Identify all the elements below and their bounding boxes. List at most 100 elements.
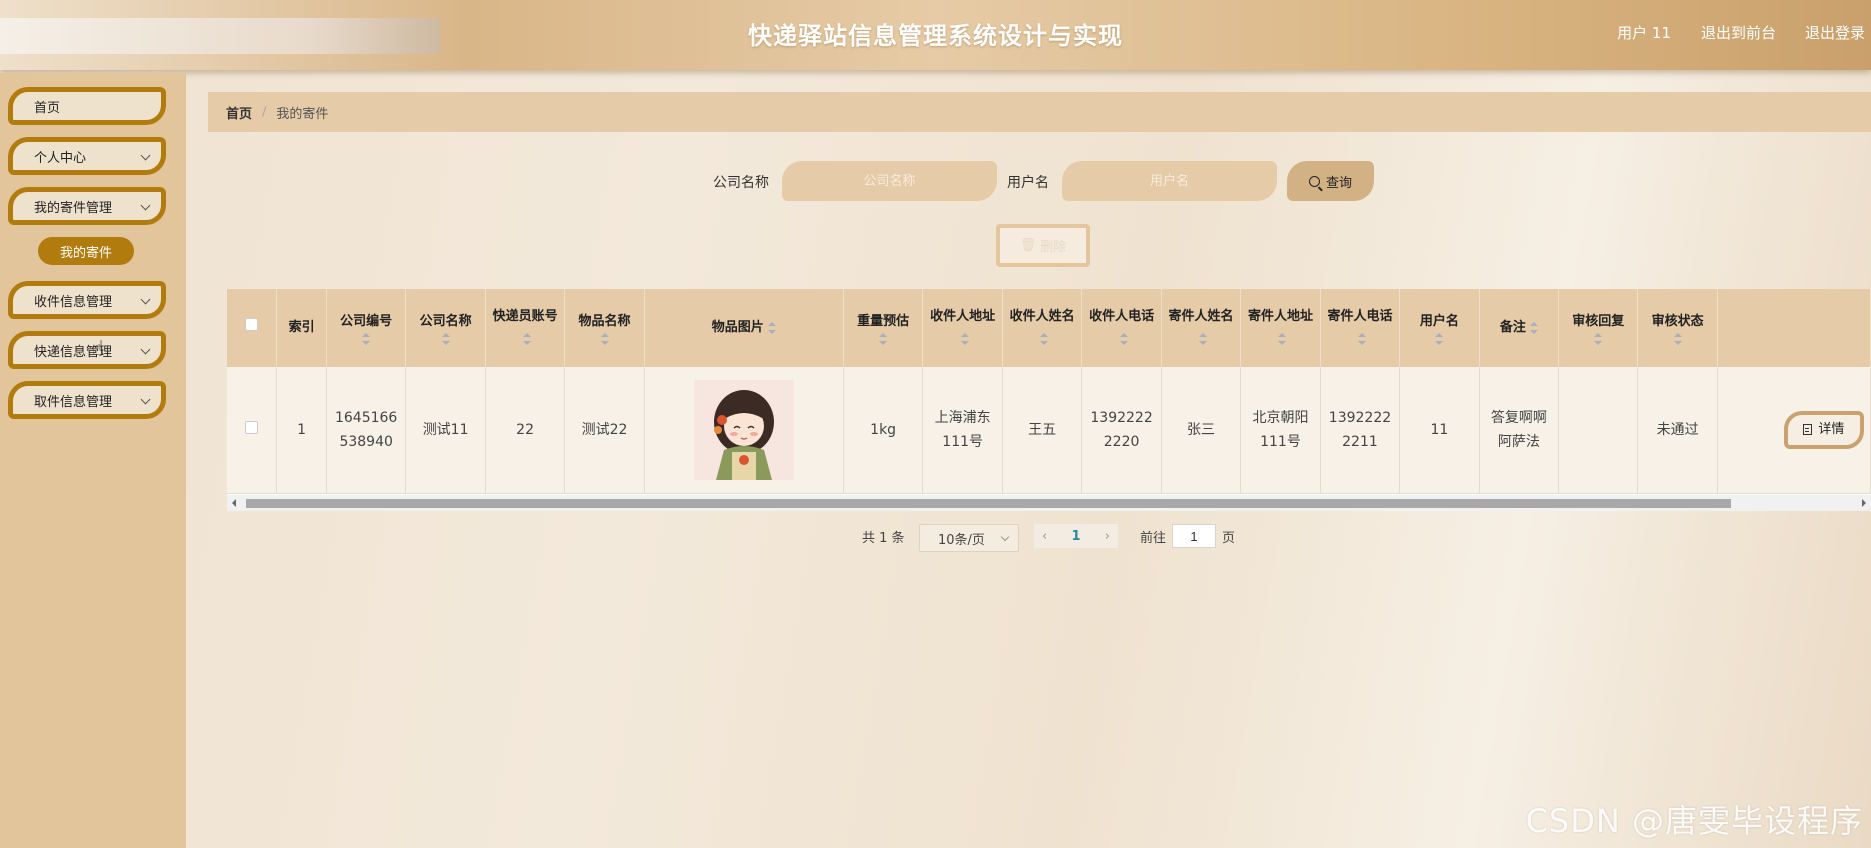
sort-icon[interactable]	[1357, 332, 1366, 345]
sidebar-item-label: 收件信息管理	[34, 294, 113, 310]
sort-icon[interactable]	[1278, 332, 1287, 345]
sidebar-item-label: 我的寄件管理	[34, 200, 113, 216]
company-name-input[interactable]	[782, 161, 997, 201]
chevron-down-icon	[1000, 532, 1010, 542]
page-size-value: 10条/页	[938, 532, 985, 548]
sort-icon[interactable]	[1529, 321, 1538, 334]
cell-actions: 详情	[1717, 367, 1871, 494]
username-input[interactable]	[1062, 161, 1277, 201]
cell-recipient-address: 上海浦东111号	[922, 367, 1003, 494]
sidebar-subitem-my-sending[interactable]: 我的寄件	[38, 237, 134, 265]
page-unit-label: 页	[1222, 531, 1236, 546]
sort-icon[interactable]	[1040, 332, 1049, 345]
next-page-icon[interactable]: ›	[1105, 529, 1110, 544]
cell-recipient-name: 王五	[1002, 367, 1083, 494]
cell-index: 1	[276, 367, 327, 494]
table-horizontal-scrollbar[interactable]	[227, 495, 1871, 511]
scroll-right-icon[interactable]	[1862, 499, 1866, 507]
column-header[interactable]: 审核状态	[1637, 289, 1718, 367]
column-header[interactable]: 寄件人姓名	[1161, 289, 1242, 367]
logout-link[interactable]: 退出登录	[1805, 22, 1865, 43]
column-header[interactable]: 物品图片	[644, 289, 844, 367]
sort-icon[interactable]	[1673, 333, 1682, 345]
table-header-row: 索引 公司编号 公司名称 快递员账号 物品名称 物品图片 重量预估 收件人地址 …	[227, 289, 1871, 367]
select-all-checkbox[interactable]	[245, 318, 259, 331]
sidebar-item-pickup-info[interactable]: 取件信息管理	[8, 381, 166, 419]
sidebar-item-label: 取件信息管理	[34, 394, 113, 410]
cell-review-reply	[1558, 367, 1639, 494]
column-header[interactable]: 备注	[1479, 289, 1560, 367]
sort-icon[interactable]	[523, 332, 532, 345]
sidebar-item-receiving-info[interactable]: 收件信息管理	[8, 281, 166, 319]
exit-to-front-link[interactable]: 退出到前台	[1701, 22, 1776, 43]
breadcrumb-current: 我的寄件	[276, 106, 329, 122]
page-size-select[interactable]: 10条/页	[919, 524, 1019, 552]
breadcrumb-home[interactable]: 首页	[226, 103, 252, 122]
row-checkbox[interactable]	[245, 420, 259, 434]
column-header[interactable]: 寄件人地址	[1240, 289, 1321, 367]
sidebar-item-label: 首页	[34, 100, 61, 116]
column-header[interactable]: 重量预估	[843, 289, 924, 367]
sidebar-item-express-info[interactable]: 快递信息管理	[8, 331, 166, 369]
sidebar-item-home[interactable]: 首页	[8, 87, 166, 125]
sort-icon[interactable]	[600, 333, 609, 345]
sort-icon[interactable]	[441, 333, 450, 345]
pagination-pager: ‹ 1 ›	[1034, 524, 1118, 548]
sort-icon[interactable]	[960, 332, 969, 345]
current-page-number[interactable]: 1	[1071, 529, 1080, 544]
column-header[interactable]: 物品名称	[564, 289, 645, 367]
scrollbar-thumb[interactable]	[246, 499, 1731, 508]
sidebar: 首页 个人中心 我的寄件管理 我的寄件 收件信息管理 快递信息管理 取件信息管理	[0, 73, 186, 848]
trash-icon: 🗑	[1019, 238, 1037, 253]
column-header[interactable]: 收件人姓名	[1002, 289, 1083, 367]
delete-button-label: 删除	[1040, 240, 1067, 255]
column-header[interactable]: 公司名称	[405, 289, 486, 367]
chevron-down-icon	[140, 394, 151, 405]
sort-icon[interactable]	[1594, 333, 1603, 345]
sort-icon[interactable]	[767, 321, 776, 334]
detail-button-label: 详情	[1818, 421, 1845, 437]
document-icon	[1803, 424, 1813, 436]
column-header[interactable]: 用户名	[1399, 289, 1480, 367]
sort-icon[interactable]	[362, 333, 371, 345]
row-select-cell	[227, 367, 278, 494]
query-button-label: 查询	[1325, 175, 1352, 191]
table-row: 1 1645166538940 测试11 22 测试22 1kg 上海浦东111…	[227, 367, 1871, 494]
query-button[interactable]: 查询	[1287, 161, 1374, 201]
sort-icon[interactable]	[879, 333, 888, 345]
sidebar-item-my-sending[interactable]: 我的寄件管理	[8, 187, 166, 225]
chevron-down-icon	[140, 294, 151, 305]
column-header[interactable]: 寄件人电话	[1320, 289, 1401, 367]
goto-page-input[interactable]	[1172, 524, 1216, 548]
column-header[interactable]: 收件人电话	[1081, 289, 1162, 367]
cell-company-no: 1645166538940	[326, 367, 407, 494]
delete-button[interactable]: 🗑 删除	[996, 224, 1090, 267]
column-header: 索引	[276, 289, 327, 367]
current-user: 用户 11	[1617, 24, 1671, 42]
chevron-down-icon	[140, 200, 151, 211]
cartoon-girl-avatar-icon	[693, 379, 794, 480]
cell-item-name: 测试22	[564, 367, 645, 494]
column-header[interactable]: 收件人地址	[922, 289, 1003, 367]
hand-cursor-icon: ☝	[92, 336, 105, 360]
sort-icon[interactable]	[1119, 332, 1128, 345]
top-header: 快递驿站信息管理系统设计与实现 用户 11 退出到前台 退出登录	[0, 0, 1871, 70]
prev-page-icon[interactable]: ‹	[1042, 529, 1047, 544]
detail-button[interactable]: 详情	[1783, 410, 1864, 449]
sidebar-item-personal-center[interactable]: 个人中心	[8, 137, 166, 175]
pagination-total: 共 1 条	[862, 531, 905, 546]
cell-sender-address: 北京朝阳111号	[1240, 367, 1321, 494]
cell-company-name: 测试11	[405, 367, 486, 494]
cell-remark: 答复啊啊阿萨法	[1479, 367, 1560, 494]
column-header[interactable]: 公司编号	[326, 289, 407, 367]
column-header[interactable]: 审核回复	[1558, 289, 1639, 367]
actions-header	[1717, 289, 1871, 367]
sort-icon[interactable]	[1435, 333, 1444, 345]
watermark: CSDN @唐雯毕设程序	[1525, 802, 1863, 840]
sort-icon[interactable]	[1198, 332, 1207, 345]
chevron-down-icon	[140, 150, 151, 161]
scroll-left-icon[interactable]	[232, 499, 236, 507]
select-all-header	[227, 289, 278, 367]
item-image	[693, 379, 794, 480]
column-header[interactable]: 快递员账号	[485, 289, 566, 367]
